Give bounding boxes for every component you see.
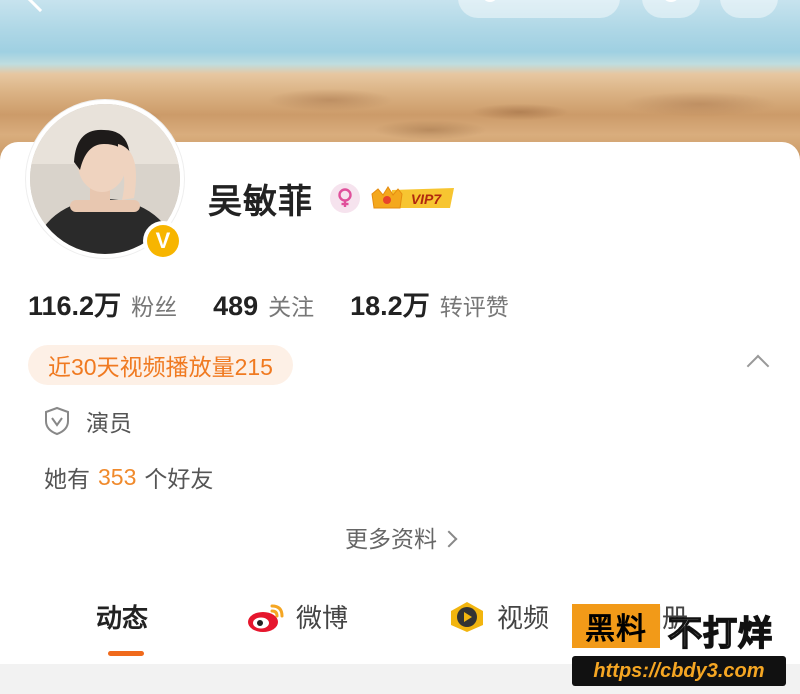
watermark-url: https://cbdy3.com [572, 656, 786, 686]
stat-label: 关注 [268, 294, 315, 320]
more-options-button[interactable] [720, 0, 778, 18]
stat-label: 转评赞 [439, 294, 509, 320]
female-gender-icon [330, 183, 360, 213]
tab-video[interactable]: 视频 [447, 598, 549, 635]
tab-label: 微博 [296, 603, 349, 633]
chevron-right-icon [440, 530, 458, 548]
stat-engagement[interactable]: 18.2万 转评赞 [350, 284, 509, 323]
tab-weibo[interactable]: 微博 [246, 598, 348, 635]
watermark-text: 不打烊 [667, 614, 773, 654]
verified-badge: V [143, 221, 183, 261]
friends-suffix: 个好友 [144, 466, 214, 492]
video-play-count-badge[interactable]: 近30天视频播放量215 [28, 345, 293, 385]
tab-activity[interactable]: 动态 [96, 598, 148, 635]
top-search-icon-button[interactable] [642, 0, 700, 18]
tab-label: 视频 [497, 603, 550, 633]
search-icon [482, 0, 498, 2]
vip-level-text: VIP7 [411, 191, 443, 207]
friends-count[interactable]: 353 [98, 464, 136, 491]
top-search-button[interactable] [458, 0, 620, 18]
magnifier-icon [662, 0, 680, 2]
weibo-logo-icon [248, 604, 284, 632]
video-play-icon [451, 601, 483, 632]
friends-row[interactable]: 她有 353 个好友 [44, 460, 213, 494]
friends-prefix: 她有 [44, 466, 90, 492]
stat-followers[interactable]: 116.2万 粉丝 [28, 284, 177, 323]
tab-label: 动态 [96, 603, 149, 633]
verified-v-icon: V [147, 225, 179, 257]
vip-badge[interactable]: VIP7 [370, 184, 458, 212]
occupation-row: 演员 [44, 404, 132, 438]
occupation-text: 演员 [86, 410, 132, 436]
shield-icon [45, 406, 69, 436]
profile-name: 吴敏菲 [208, 183, 313, 221]
more-info-link[interactable]: 更多资料 [0, 520, 800, 554]
stat-value: 116.2万 [28, 291, 122, 321]
stat-value: 18.2万 [350, 291, 430, 321]
stat-following[interactable]: 489 关注 [213, 288, 314, 322]
stat-label: 粉丝 [131, 294, 178, 320]
back-arrow-icon[interactable] [25, 0, 55, 13]
stat-value: 489 [213, 291, 259, 321]
watermark: 黑料 不打烊 https://cbdy3.com [572, 604, 786, 688]
active-tab-indicator [108, 651, 144, 656]
more-info-label: 更多资料 [345, 526, 437, 552]
profile-stats: 116.2万 粉丝 489 关注 18.2万 转评赞 [28, 284, 545, 324]
watermark-box: 黑料 [572, 604, 660, 648]
